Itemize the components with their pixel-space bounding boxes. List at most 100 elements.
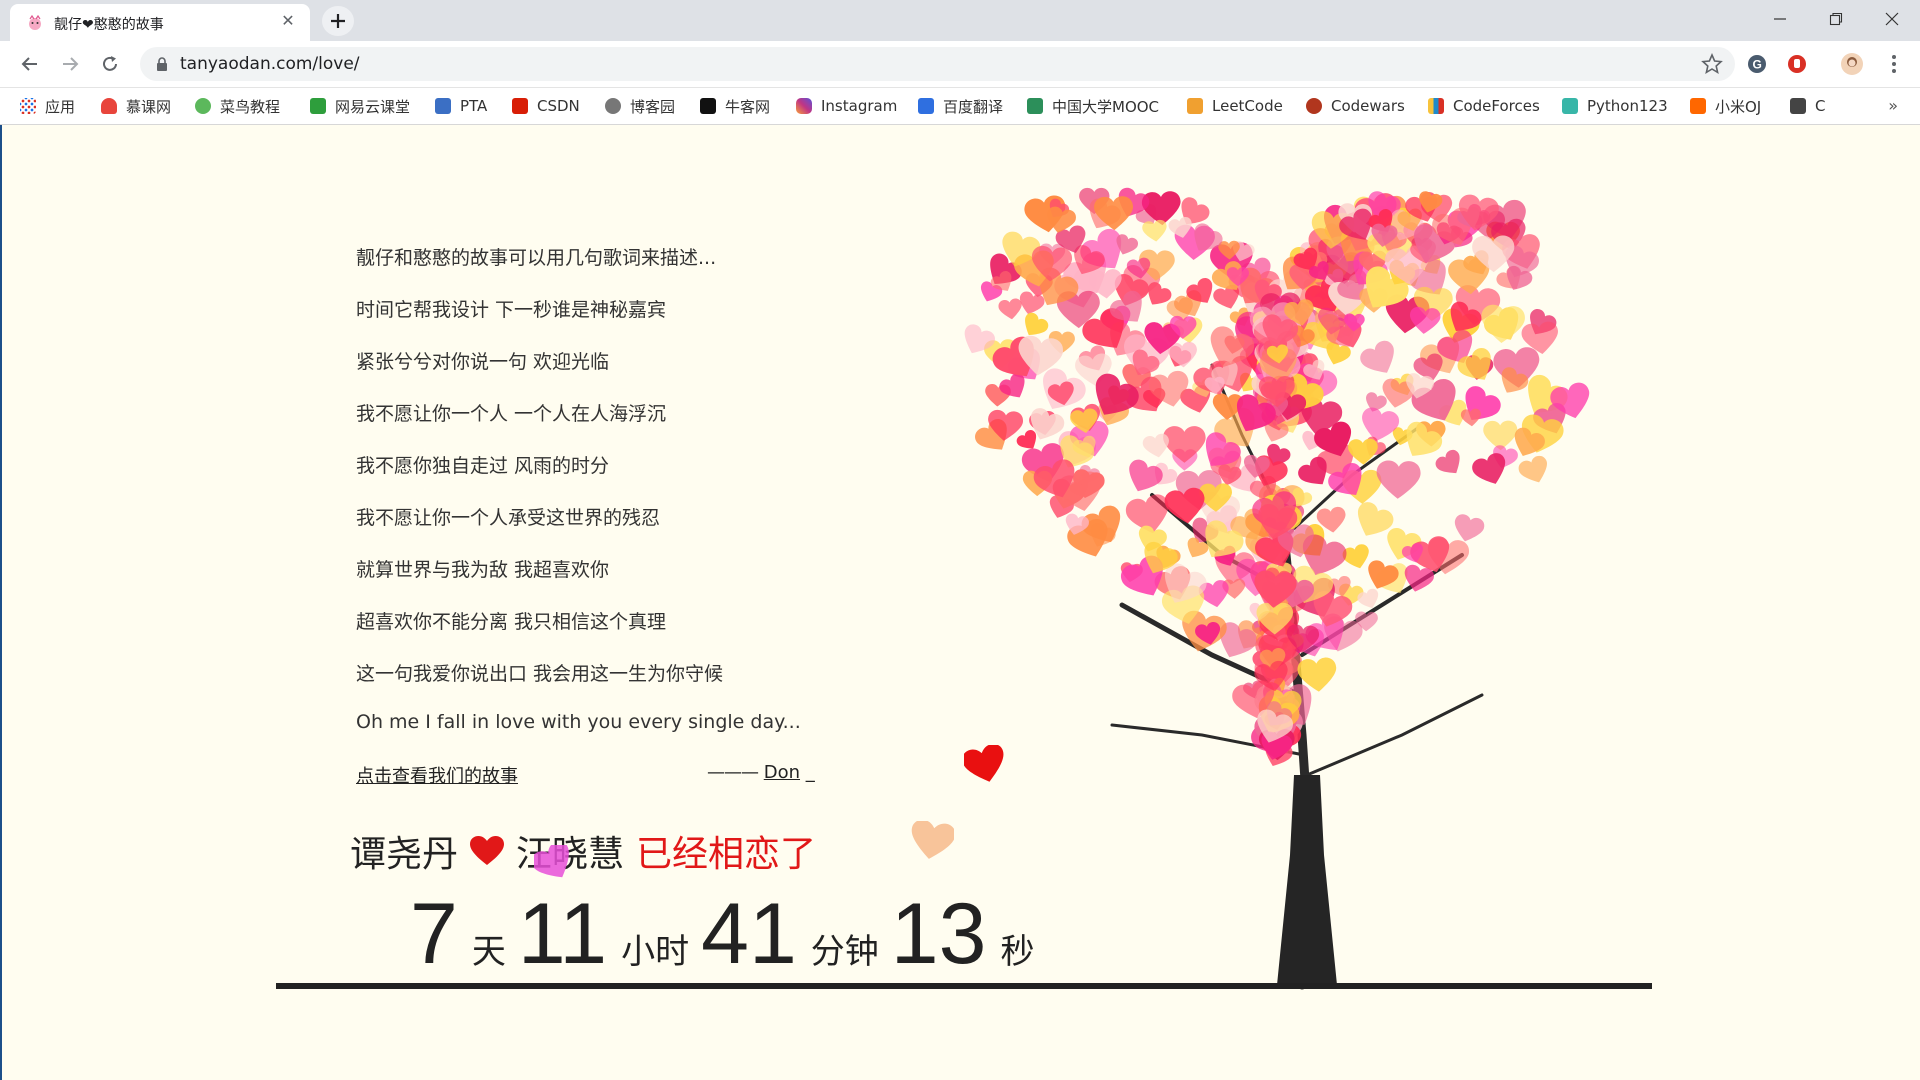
pta-icon — [435, 98, 451, 114]
menu-button[interactable] — [1880, 50, 1908, 78]
falling-heart — [534, 845, 569, 878]
bookmark-instagram[interactable]: Instagram — [796, 94, 897, 118]
nowcoder-icon — [700, 98, 716, 114]
new-tab-button[interactable] — [322, 6, 354, 36]
lyric-line: 这一句我爱你说出口 我会用这一生为你守候 — [356, 663, 724, 685]
profile-button[interactable] — [1838, 50, 1866, 78]
signature: ——— Don _ — [707, 762, 815, 783]
favicon-icon — [29, 14, 41, 30]
codeforces-icon — [1428, 98, 1444, 114]
bookmarks-overflow-icon[interactable]: » — [1888, 96, 1898, 115]
c-icon — [1790, 98, 1806, 114]
falling-heart — [964, 745, 1004, 782]
lyric-line: 我不愿让你一个人承受这世界的残忍 — [356, 507, 661, 529]
heart-leaf — [1142, 219, 1167, 242]
lyric-line: 就算世界与我为敌 我超喜欢你 — [356, 559, 610, 581]
xiaomi-icon — [1690, 98, 1706, 114]
svg-text:G: G — [1753, 58, 1762, 72]
tab-title: 靓仔❤憨憨的故事 — [54, 17, 164, 33]
timer-hours-unit: 小时 — [621, 932, 690, 972]
instagram-icon — [796, 98, 812, 114]
bookmark-python123[interactable]: Python123 — [1562, 94, 1668, 118]
back-button[interactable] — [16, 50, 44, 78]
imooc-icon — [101, 98, 117, 114]
lyric-line: Oh me I fall in love with you every sing… — [356, 711, 801, 733]
address-bar[interactable]: tanyaodan.com/love/ — [140, 47, 1735, 81]
close-window-button[interactable] — [1864, 0, 1920, 38]
bookmark-apps[interactable]: 应用 — [20, 94, 75, 118]
lyric-line: 时间它帮我设计 下一秒谁是神秘嘉宾 — [356, 299, 667, 321]
csdn-icon — [512, 98, 528, 114]
forward-button[interactable] — [56, 50, 84, 78]
bookmark-cnblogs[interactable]: 博客园 — [605, 94, 675, 118]
tab-strip: 靓仔❤憨憨的故事 ✕ — [0, 0, 1920, 41]
reload-icon — [103, 56, 117, 71]
browser-toolbar: tanyaodan.com/love/ G — [0, 41, 1920, 88]
lyric-line: 紧张兮兮对你说一句 欢迎光临 — [356, 351, 610, 373]
bookmark-codeforces[interactable]: CodeForces — [1428, 94, 1540, 118]
lyric-line: 靓仔和憨憨的故事可以用几句歌词来描述... — [356, 247, 717, 269]
minimize-button[interactable] — [1752, 0, 1808, 38]
mooc-icon — [1027, 98, 1043, 114]
lyric-line: 超喜欢你不能分离 我只相信这个真理 — [356, 611, 667, 633]
bookmark-codewars[interactable]: Codewars — [1306, 94, 1405, 118]
heart-leaf — [1409, 306, 1441, 334]
python123-icon — [1562, 98, 1578, 114]
codewars-icon — [1306, 98, 1322, 114]
timer-minutes-unit: 分钟 — [810, 932, 879, 972]
bookmark-csdn[interactable]: CSDN — [512, 94, 580, 118]
lyric-line: 我不愿你独自走过 风雨的时分 — [356, 455, 610, 477]
adblock-icon — [1788, 55, 1806, 73]
apps-grid-icon — [20, 98, 36, 114]
netease-study-icon — [310, 98, 326, 114]
tree-trunk — [1277, 775, 1337, 985]
signature-name-link[interactable]: Don — [764, 762, 800, 783]
bookmark-pta[interactable]: PTA — [435, 94, 487, 118]
bookmark-baidu-fanyi[interactable]: 百度翻译 — [918, 94, 1003, 118]
page-content: 靓仔和憨憨的故事可以用几句歌词来描述... 时间它帮我设计 下一秒谁是神秘嘉宾 … — [0, 125, 1920, 1080]
reload-button[interactable] — [96, 50, 124, 78]
heart-icon — [470, 836, 505, 865]
heart-leaf — [1129, 459, 1163, 492]
bookmark-xiaomi-oj[interactable]: 小米OJ — [1690, 94, 1761, 118]
restore-button[interactable] — [1808, 0, 1864, 38]
timer-days: 7 — [410, 886, 458, 982]
extension-g-button[interactable]: G — [1743, 50, 1771, 78]
close-icon — [1885, 12, 1899, 26]
heart-tree — [964, 187, 1590, 990]
our-story-link[interactable]: 点击查看我们的故事 — [356, 762, 518, 788]
ground-line — [276, 983, 1652, 989]
bookmark-mooc[interactable]: 中国大学MOOC — [1027, 94, 1159, 118]
browser-tab[interactable]: 靓仔❤憨憨的故事 ✕ — [10, 4, 310, 41]
bookmark-163-study[interactable]: 网易云课堂 — [310, 94, 410, 118]
arrow-left-icon — [21, 57, 37, 71]
couple-heading: 谭尧丹 汪晓慧 已经相恋了 — [350, 825, 816, 877]
adblock-button[interactable] — [1783, 50, 1811, 78]
bookmark-imooc[interactable]: 慕课网 — [101, 94, 171, 118]
timer-minutes: 41 — [701, 886, 797, 982]
heart-leaf — [1518, 455, 1547, 483]
bookmark-c[interactable]: C — [1790, 94, 1825, 118]
arrow-right-icon — [63, 57, 79, 71]
falling-heart — [911, 821, 954, 859]
name-1: 谭尧丹 — [350, 834, 459, 875]
heart-leaf — [1362, 407, 1400, 442]
bookmark-leetcode[interactable]: LeetCode — [1187, 94, 1283, 118]
timer-days-unit: 天 — [471, 932, 506, 972]
baidu-translate-icon — [918, 98, 934, 114]
bookmark-star-icon[interactable] — [1701, 53, 1723, 75]
heart-leaves — [964, 187, 1590, 766]
timer-hours: 11 — [517, 886, 608, 982]
window-controls — [1752, 0, 1920, 41]
avatar-icon — [1841, 53, 1863, 75]
heart-leaf — [1376, 460, 1421, 499]
bookmark-nowcoder[interactable]: 牛客网 — [700, 94, 770, 118]
url-text: tanyaodan.com/love/ — [180, 54, 360, 74]
love-status: 已经相恋了 — [636, 834, 817, 875]
signature-dash: ——— — [707, 762, 759, 783]
close-tab-icon[interactable]: ✕ — [278, 11, 298, 31]
restore-icon — [1829, 12, 1843, 26]
heart-leaf — [1435, 449, 1460, 474]
bookmark-runoob[interactable]: 菜鸟教程 — [195, 94, 280, 118]
heart-leaf — [1460, 408, 1481, 427]
